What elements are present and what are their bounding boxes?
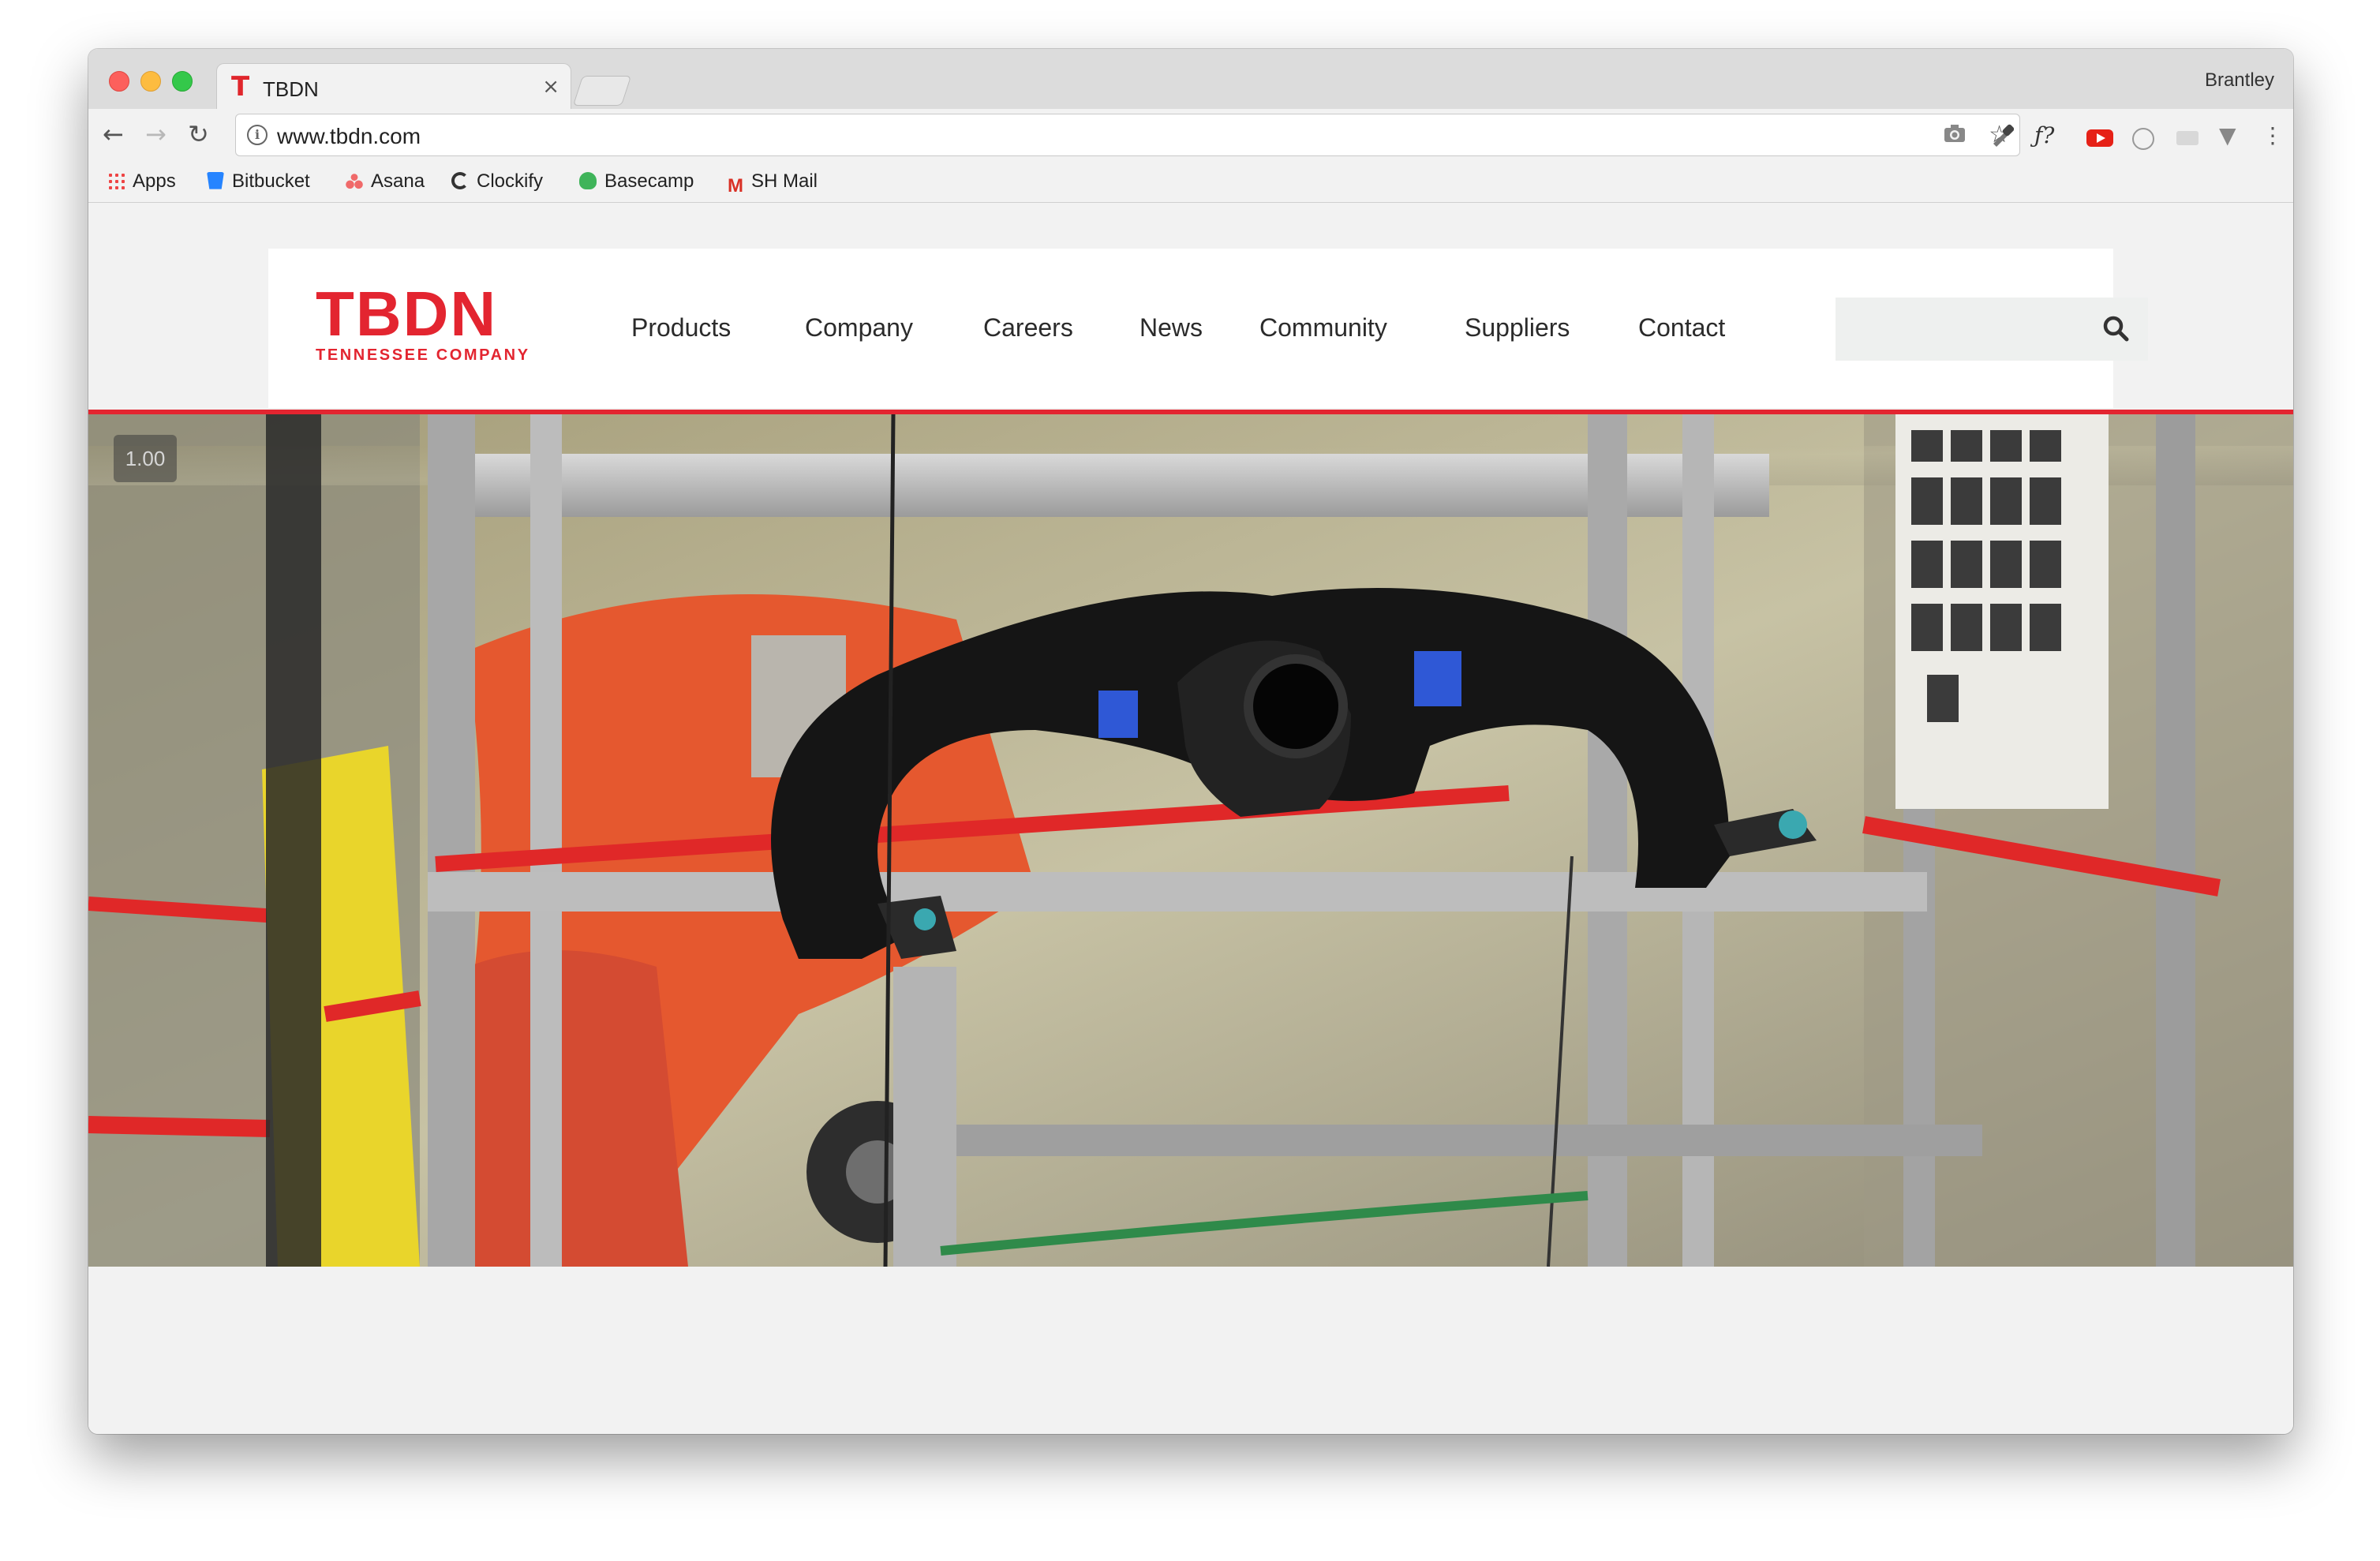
- youtube-extension-icon[interactable]: [2086, 129, 2113, 147]
- nav-careers[interactable]: Careers: [983, 313, 1073, 343]
- bookmark-label: Basecamp: [604, 170, 694, 192]
- bitbucket-icon: [207, 171, 224, 189]
- tab-close-icon[interactable]: ×: [542, 75, 559, 99]
- apps-grid-icon: [107, 171, 125, 189]
- new-tab-button[interactable]: [572, 76, 632, 106]
- bookmark-label: Clockify: [477, 170, 544, 192]
- camera-extension-icon[interactable]: [1943, 123, 1966, 149]
- nav-suppliers[interactable]: Suppliers: [1465, 313, 1570, 343]
- hero-video[interactable]: 1.00: [88, 414, 2293, 1267]
- reload-icon[interactable]: ↻: [188, 118, 209, 150]
- bookmark-bitbucket[interactable]: Bitbucket: [207, 169, 310, 194]
- bookmark-label: Bitbucket: [232, 170, 310, 192]
- circle-extension-icon[interactable]: [2132, 128, 2154, 150]
- back-arrow-icon[interactable]: ←: [103, 118, 124, 150]
- bookmark-asana[interactable]: Asana: [346, 169, 425, 194]
- nav-company[interactable]: Company: [805, 313, 913, 343]
- search-box: [1836, 298, 2148, 361]
- bookmark-clockify[interactable]: Clockify: [451, 169, 543, 194]
- bookmark-label: Apps: [133, 170, 176, 192]
- browser-toolbar: ← → ↻ i www.tbdn.com ☆ ƒ? ▼ ⋮: [88, 109, 2293, 161]
- v-extension-icon[interactable]: ▼: [2219, 123, 2236, 148]
- window-minimize-button[interactable]: [140, 71, 161, 92]
- window-maximize-button[interactable]: [172, 71, 193, 92]
- nav-news[interactable]: News: [1139, 313, 1203, 343]
- bookmark-apps[interactable]: Apps: [107, 169, 176, 194]
- web-page: TBDN TENNESSEE COMPANY Products Company …: [88, 203, 2293, 1434]
- nav-community[interactable]: Community: [1259, 313, 1387, 343]
- search-input[interactable]: [1836, 298, 2088, 361]
- tbdn-favicon-icon: T: [231, 71, 250, 103]
- browser-window: T TBDN × Brantley ← → ↻ i www.tbdn.com ☆…: [88, 49, 2293, 1434]
- gmail-icon: M: [728, 174, 743, 197]
- eyedropper-extension-icon[interactable]: [1990, 123, 2015, 152]
- bookmark-sh-mail[interactable]: M SH Mail: [728, 169, 818, 197]
- site-info-icon[interactable]: i: [247, 125, 268, 145]
- bookmarks-bar: Apps Bitbucket Asana Clockify Basecamp M…: [88, 161, 2293, 203]
- logo-tagline: TENNESSEE COMPANY: [316, 346, 530, 364]
- playback-speed-badge[interactable]: 1.00: [114, 435, 177, 482]
- tbdn-logo[interactable]: TBDN TENNESSEE COMPANY: [316, 279, 530, 365]
- browser-tab[interactable]: T TBDN ×: [216, 63, 571, 111]
- nav-products[interactable]: Products: [631, 313, 731, 343]
- forward-arrow-icon[interactable]: →: [145, 118, 167, 150]
- browser-menu-icon[interactable]: ⋮: [2262, 123, 2284, 148]
- tab-title: TBDN: [263, 77, 319, 101]
- bookmark-label: Asana: [371, 170, 425, 192]
- site-header: TBDN TENNESSEE COMPANY Products Company …: [268, 249, 2148, 408]
- nav-contact[interactable]: Contact: [1638, 313, 1725, 343]
- asana-icon: [346, 171, 363, 189]
- hero-video-frame: [88, 414, 2293, 1267]
- bookmark-basecamp[interactable]: Basecamp: [579, 169, 694, 194]
- fx-extension-icon[interactable]: ƒ?: [2034, 123, 2054, 148]
- box-extension-icon[interactable]: [2176, 131, 2199, 145]
- window-close-button[interactable]: [109, 71, 129, 92]
- basecamp-icon: [579, 171, 597, 189]
- tab-strip: T TBDN × Brantley: [88, 49, 2293, 111]
- clockify-icon: [451, 171, 469, 189]
- profile-name[interactable]: Brantley: [2205, 69, 2274, 92]
- address-bar[interactable]: i www.tbdn.com ☆: [235, 114, 2020, 156]
- url-text[interactable]: www.tbdn.com: [277, 124, 421, 149]
- bookmark-label: SH Mail: [751, 170, 818, 192]
- logo-wordmark: TBDN: [316, 279, 498, 349]
- search-icon[interactable]: [2101, 313, 2132, 345]
